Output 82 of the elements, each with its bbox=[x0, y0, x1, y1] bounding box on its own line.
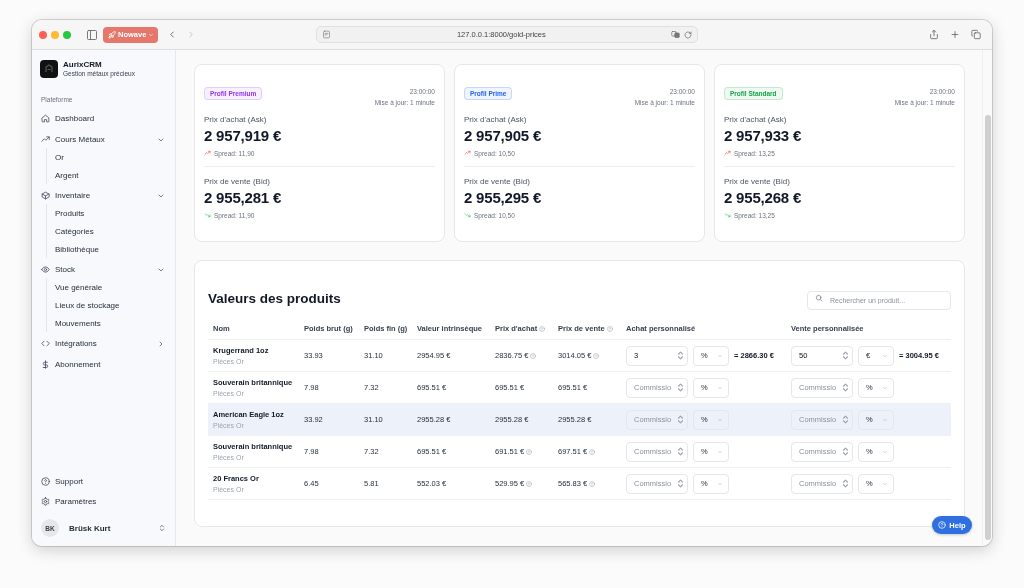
price-value: 2 955,268 € bbox=[724, 189, 803, 207]
trending-down-icon bbox=[724, 212, 731, 218]
price-label: Prix d'achat (Ask) bbox=[724, 114, 788, 126]
nav-item[interactable]: Paramètres bbox=[40, 491, 166, 511]
nav-subitem[interactable]: Argent bbox=[55, 166, 166, 184]
trending-up-icon bbox=[464, 150, 471, 156]
nav-subitem[interactable]: Lieux de stockage bbox=[55, 296, 166, 314]
trending-up-icon bbox=[724, 150, 731, 156]
stepper-icon[interactable] bbox=[678, 479, 683, 488]
package-icon bbox=[41, 191, 50, 200]
chevron-down-icon bbox=[717, 448, 723, 455]
price-value: 2 957,905 € bbox=[464, 127, 543, 145]
stepper-icon[interactable] bbox=[843, 415, 848, 424]
price-label: Prix de vente (Bid) bbox=[724, 176, 791, 188]
logo-icon bbox=[40, 60, 58, 78]
nav-subitem[interactable]: Produits bbox=[55, 204, 166, 222]
chevrons-up-down-icon[interactable] bbox=[158, 524, 166, 532]
chevron-down-icon bbox=[717, 416, 723, 423]
stepper-icon[interactable] bbox=[678, 415, 683, 424]
window-minimize-button[interactable] bbox=[51, 30, 59, 39]
chevron-down-icon bbox=[882, 448, 888, 455]
price-label: Prix de vente (Bid) bbox=[204, 176, 271, 188]
code-icon bbox=[41, 339, 50, 348]
nav-subitem[interactable]: Vue générale bbox=[55, 278, 166, 296]
nav-subitem[interactable]: Bibliothèque bbox=[55, 240, 166, 258]
chevron-down-icon bbox=[717, 384, 723, 391]
reload-icon[interactable] bbox=[684, 30, 693, 39]
trending-down-icon bbox=[464, 212, 471, 218]
trending-up-icon bbox=[41, 135, 50, 144]
page-icon bbox=[322, 30, 332, 39]
nav-subitem[interactable]: Or bbox=[55, 148, 166, 166]
home-icon bbox=[41, 114, 50, 123]
stepper-icon[interactable] bbox=[678, 383, 683, 392]
trending-down-icon bbox=[204, 212, 211, 218]
chevron-down-icon bbox=[882, 480, 888, 487]
nav-item[interactable]: Intégrations bbox=[40, 333, 166, 354]
chevron-down-icon bbox=[882, 416, 888, 423]
section-title: Valeurs des produits bbox=[208, 290, 341, 306]
nav-item[interactable]: Inventaire bbox=[40, 185, 166, 206]
window-zoom-button[interactable] bbox=[63, 30, 71, 39]
chevron-down-icon bbox=[882, 384, 888, 391]
price-value: 2 955,295 € bbox=[464, 189, 543, 207]
chevron-down-icon bbox=[717, 352, 723, 359]
nav-subitem[interactable]: Catégories bbox=[55, 222, 166, 240]
translate-icon[interactable] bbox=[671, 30, 681, 39]
price-label: Prix d'achat (Ask) bbox=[204, 114, 268, 126]
brand-name: AurixCRM bbox=[63, 60, 103, 69]
price-value: 2 955,281 € bbox=[204, 189, 283, 207]
stepper-icon[interactable] bbox=[843, 351, 848, 360]
chevron-down-icon bbox=[882, 352, 888, 359]
plus-icon[interactable] bbox=[950, 29, 960, 40]
stepper-icon[interactable] bbox=[843, 383, 848, 392]
dollar-icon bbox=[41, 360, 50, 369]
nav-item[interactable]: Support bbox=[40, 471, 166, 491]
price-value: 2 957,919 € bbox=[204, 127, 283, 145]
nav-item[interactable]: Stock bbox=[40, 259, 166, 280]
stepper-icon[interactable] bbox=[678, 351, 683, 360]
nav-item[interactable]: Cours Métaux bbox=[40, 129, 166, 150]
price-label: Prix d'achat (Ask) bbox=[464, 114, 528, 126]
search-icon bbox=[815, 294, 823, 302]
trending-up-icon bbox=[204, 150, 211, 156]
settings-icon bbox=[41, 496, 50, 506]
caret-icon bbox=[148, 31, 155, 38]
window-close-button[interactable] bbox=[39, 30, 47, 39]
eye-icon bbox=[41, 265, 50, 274]
rocket-icon bbox=[108, 30, 116, 39]
sidebar-toggle-icon[interactable] bbox=[86, 28, 98, 41]
price-value: 2 957,933 € bbox=[724, 127, 803, 145]
price-label: Prix de vente (Bid) bbox=[464, 176, 531, 188]
user-name: Brüsk Kurt bbox=[69, 523, 111, 533]
share-icon[interactable] bbox=[929, 29, 939, 40]
tabs-icon[interactable] bbox=[971, 29, 981, 40]
nav-item[interactable]: Dashboard bbox=[40, 108, 166, 129]
help-icon bbox=[41, 476, 50, 486]
scrollbar-thumb[interactable] bbox=[985, 115, 991, 540]
chevron-down-icon bbox=[717, 480, 723, 487]
nav-item[interactable]: Abonnement bbox=[40, 354, 166, 375]
nav-subitem[interactable]: Mouvements bbox=[55, 314, 166, 332]
stepper-icon[interactable] bbox=[843, 479, 848, 488]
help-icon bbox=[938, 521, 947, 529]
stepper-icon[interactable] bbox=[843, 447, 848, 456]
stepper-icon[interactable] bbox=[678, 447, 683, 456]
